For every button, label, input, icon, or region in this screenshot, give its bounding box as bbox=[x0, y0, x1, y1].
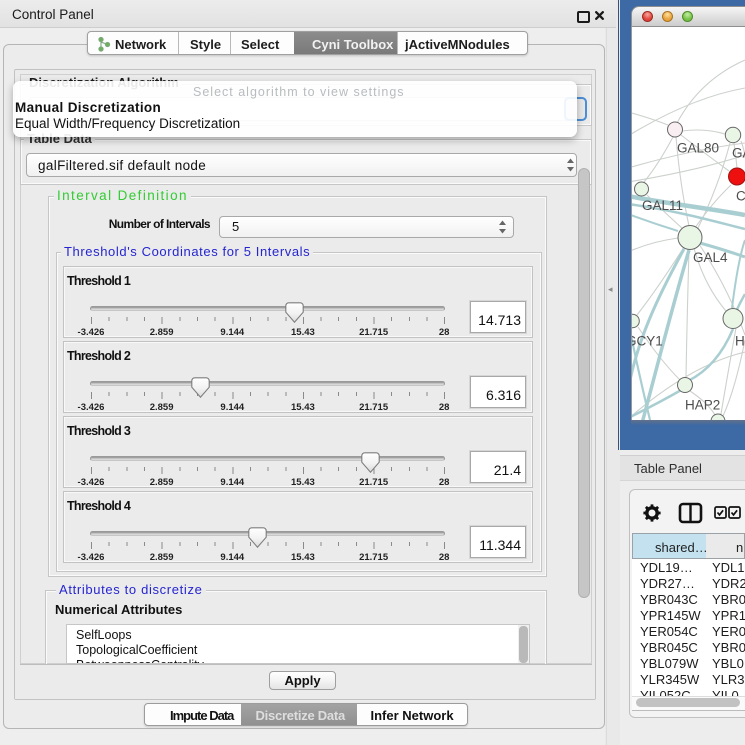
svg-text:GA: GA bbox=[732, 146, 745, 161]
svg-text:GAL4: GAL4 bbox=[693, 250, 728, 265]
svg-text:GAL80: GAL80 bbox=[677, 141, 719, 156]
svg-text:GCY1: GCY1 bbox=[632, 334, 663, 349]
svg-text:H: H bbox=[735, 334, 745, 349]
svg-text:HAP2: HAP2 bbox=[685, 398, 720, 413]
svg-text:GAL11: GAL11 bbox=[642, 198, 683, 213]
svg-text:C: C bbox=[736, 189, 745, 204]
